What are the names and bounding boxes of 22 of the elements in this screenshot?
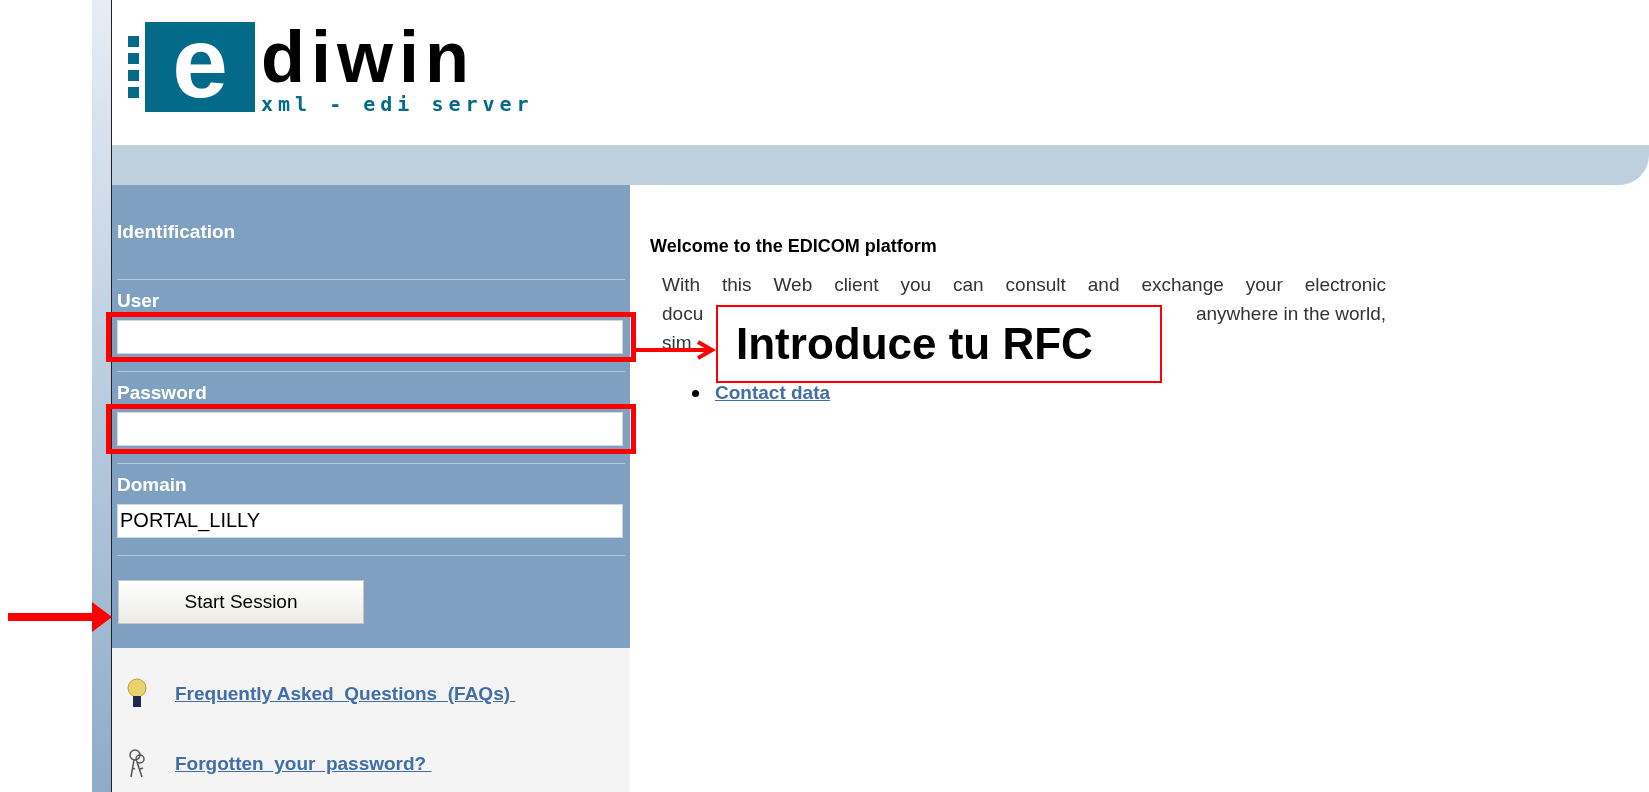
start-session-button[interactable]: Start Session	[118, 580, 364, 624]
bullet-icon	[692, 389, 699, 397]
keys-icon	[127, 748, 147, 780]
input-field[interactable]: PORTAL_LILLY	[117, 503, 623, 538]
paragraph-text: With this Web client you can consult and exchange your electronic	[662, 273, 1386, 297]
logo-name: diwin	[261, 22, 476, 92]
logo-mark: e	[145, 22, 255, 112]
field-label: Password	[117, 381, 208, 404]
help-link[interactable]: Forgotten your password?	[175, 749, 432, 779]
callout-text: Introduce tu RFC	[736, 318, 1093, 370]
contact-link[interactable]: Contact data	[715, 379, 831, 408]
lightbulb-icon	[127, 678, 147, 710]
paragraph-text: anywhere in the world,	[1195, 302, 1386, 326]
welcome-title: Welcome to the EDICOM platform	[650, 235, 938, 258]
paragraph-text: docu	[662, 302, 704, 326]
panel-title: Identification	[117, 219, 236, 244]
field-label: User	[117, 289, 161, 312]
logo-tagline: xml - edi server	[261, 92, 534, 116]
field-label: Domain	[117, 473, 188, 496]
help-link[interactable]: Frequently Asked Questions (FAQs)	[175, 679, 516, 709]
input-field[interactable]	[117, 411, 623, 446]
input-field[interactable]	[117, 319, 623, 354]
